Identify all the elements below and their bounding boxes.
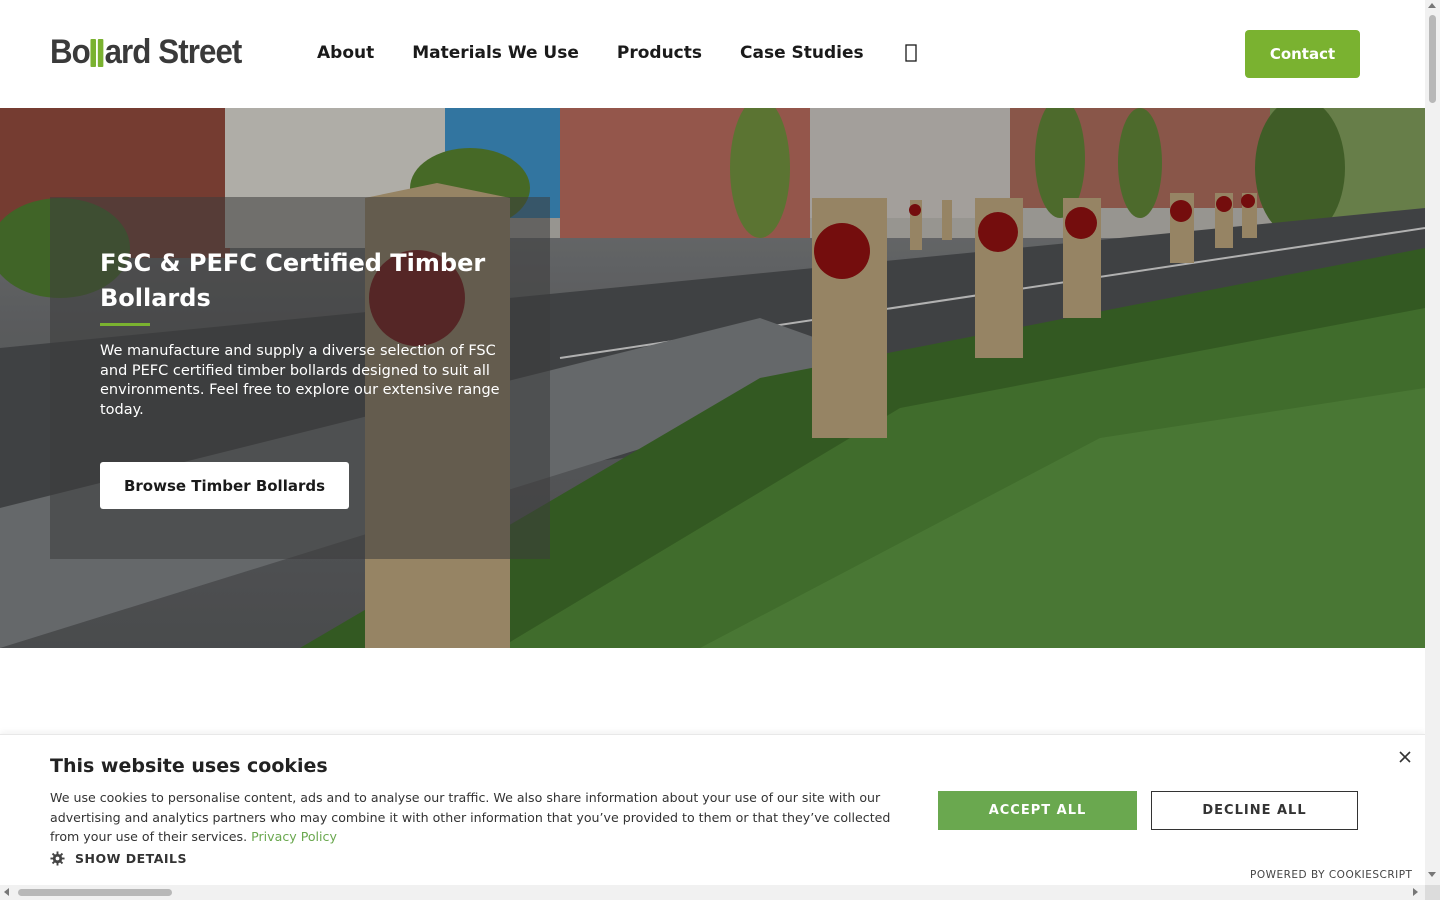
site-header: Bo ard Street About Materials We Use Pro… — [0, 0, 1425, 108]
decline-all-button[interactable]: DECLINE ALL — [1151, 791, 1358, 830]
cookie-description-text: We use cookies to personalise content, a… — [50, 790, 891, 844]
scroll-down-arrow-icon[interactable] — [1428, 872, 1436, 877]
main-nav: About Materials We Use Products Case Stu… — [317, 42, 920, 64]
horizontal-scrollbar[interactable] — [0, 885, 1425, 900]
cookie-description: We use cookies to personalise content, a… — [50, 788, 900, 847]
contact-button[interactable]: Contact — [1245, 30, 1360, 78]
nav-materials[interactable]: Materials We Use — [412, 43, 579, 63]
privacy-policy-link[interactable]: Privacy Policy — [251, 829, 337, 844]
horizontal-scroll-thumb[interactable] — [18, 889, 172, 896]
show-details-label: SHOW DETAILS — [75, 851, 187, 866]
gear-icon — [50, 851, 65, 866]
browse-timber-bollards-button[interactable]: Browse Timber Bollards — [100, 462, 349, 509]
cookie-title: This website uses cookies — [50, 755, 328, 777]
vertical-scrollbar[interactable] — [1425, 0, 1440, 885]
search-icon[interactable] — [902, 42, 920, 64]
scroll-left-arrow-icon[interactable] — [4, 888, 9, 896]
accept-all-button[interactable]: ACCEPT ALL — [938, 791, 1137, 830]
logo-text-end: ard Street — [104, 32, 243, 71]
hero-title: FSC & PEFC Certified Timber Bollards — [100, 249, 486, 312]
nav-products[interactable]: Products — [617, 43, 702, 63]
vertical-scroll-thumb[interactable] — [1429, 15, 1436, 103]
logo[interactable]: Bo ard Street — [50, 32, 243, 72]
close-icon[interactable] — [1396, 748, 1414, 766]
powered-by-cookiescript[interactable]: POWERED BY COOKIESCRIPT — [1250, 869, 1412, 881]
hero-title-accent — [100, 323, 150, 326]
logo-bollard-mark — [90, 37, 104, 67]
nav-about[interactable]: About — [317, 43, 374, 63]
scroll-right-arrow-icon[interactable] — [1413, 888, 1418, 896]
scroll-up-arrow-icon[interactable] — [1428, 3, 1436, 8]
show-details-toggle[interactable]: SHOW DETAILS — [50, 851, 187, 866]
hero-description: We manufacture and supply a diverse sele… — [100, 343, 500, 418]
logo-text-start: Bo — [50, 32, 91, 71]
cookie-banner: This website uses cookies We use cookies… — [0, 734, 1425, 886]
nav-case-studies[interactable]: Case Studies — [740, 43, 864, 63]
scrollbar-corner — [1425, 885, 1440, 900]
